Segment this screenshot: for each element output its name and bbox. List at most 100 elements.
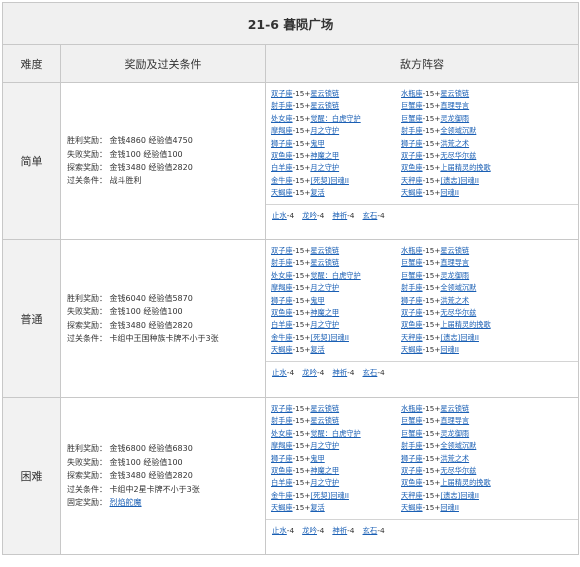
enemy-skill-link[interactable]: 星云锁链 [310,89,339,98]
enemy-name-link[interactable]: 处女座 [271,429,293,438]
enemy-name-link[interactable]: 金牛座 [271,491,293,500]
enemy-skill-link[interactable]: 神魔之甲 [310,466,339,475]
enemy-name-link[interactable]: 天秤座 [401,176,423,185]
enemy-skill-link[interactable]: 回魂II [440,188,459,197]
enemy-name-link[interactable]: 巨蟹座 [401,258,423,267]
enemy-name-link[interactable]: 狮子座 [401,454,423,463]
enemy-name-link[interactable]: 金牛座 [271,333,293,342]
enemy-skill-link[interactable]: [遗志]回魂II [440,176,479,185]
enemy-skill-link[interactable]: 灵龙御雨 [440,429,469,438]
enemy-name-link[interactable]: 狮子座 [401,139,423,148]
enemy-skill-link[interactable]: 复活 [310,503,324,512]
enemy-name-link[interactable]: 射手座 [401,126,423,135]
enemy-skill-link[interactable]: 星云锁链 [310,258,339,267]
enemy-skill-link[interactable]: 觉醒：白虎守护 [310,271,360,280]
enemy-skill-link[interactable]: 星云锁链 [440,89,469,98]
enemy-name-link[interactable]: 水瓶座 [401,89,423,98]
enemy-name-link[interactable]: 射手座 [271,416,293,425]
enemy-name-link[interactable]: 射手座 [271,101,293,110]
enemy-skill-link[interactable]: 月之守护 [310,283,339,292]
enemy-name-link[interactable]: 巨蟹座 [401,101,423,110]
enemy-skill-link[interactable]: 直理导言 [440,258,469,267]
enemy-skill-link[interactable]: 上届精灵的挽歌 [440,478,490,487]
enemy-skill-link[interactable]: 月之守护 [310,320,339,329]
enemy-name-link[interactable]: 白羊座 [271,163,293,172]
enemy-skill-link[interactable]: 灵龙御雨 [440,114,469,123]
enemy-skill-link[interactable]: 星云锁链 [310,246,339,255]
enemy-skill-link[interactable]: 直理导言 [440,416,469,425]
enemy-name-link[interactable]: 双鱼座 [401,478,423,487]
enemy-skill-link[interactable]: 鬼甲 [310,296,324,305]
enemy-name-link[interactable]: 处女座 [271,271,293,280]
enemy-skill-link[interactable]: 洪荒之术 [440,296,469,305]
item-name-link[interactable]: 玄石 [363,526,378,535]
enemy-skill-link[interactable]: 无尽华尔兹 [440,151,476,160]
item-name-link[interactable]: 玄石 [363,211,378,220]
enemy-name-link[interactable]: 巨蟹座 [401,114,423,123]
enemy-name-link[interactable]: 双鱼座 [401,320,423,329]
enemy-skill-link[interactable]: 月之守护 [310,478,339,487]
enemy-skill-link[interactable]: 全领域沉默 [440,126,476,135]
enemy-skill-link[interactable]: 回魂II [440,345,459,354]
enemy-name-link[interactable]: 双鱼座 [271,151,293,160]
enemy-skill-link[interactable]: 全领域沉默 [440,441,476,450]
enemy-name-link[interactable]: 天蝎座 [401,188,423,197]
enemy-skill-link[interactable]: 鬼甲 [310,454,324,463]
enemy-skill-link[interactable]: [死契]回魂II [310,333,349,342]
enemy-name-link[interactable]: 水瓶座 [401,404,423,413]
enemy-name-link[interactable]: 处女座 [271,114,293,123]
item-name-link[interactable]: 止水 [272,211,287,220]
item-name-link[interactable]: 神祈 [332,368,347,377]
enemy-skill-link[interactable]: 星云锁链 [440,404,469,413]
enemy-name-link[interactable]: 双鱼座 [271,466,293,475]
enemy-name-link[interactable]: 水瓶座 [401,246,423,255]
item-name-link[interactable]: 神祈 [332,211,347,220]
enemy-name-link[interactable]: 射手座 [401,441,423,450]
enemy-name-link[interactable]: 双子座 [271,89,293,98]
enemy-name-link[interactable]: 狮子座 [401,296,423,305]
enemy-name-link[interactable]: 天秤座 [401,333,423,342]
enemy-name-link[interactable]: 双子座 [401,151,423,160]
item-name-link[interactable]: 止水 [272,526,287,535]
enemy-skill-link[interactable]: [死契]回魂II [310,491,349,500]
enemy-skill-link[interactable]: 复活 [310,345,324,354]
enemy-name-link[interactable]: 狮子座 [271,139,293,148]
enemy-skill-link[interactable]: [遗志]回魂II [440,333,479,342]
enemy-skill-link[interactable]: 灵龙御雨 [440,271,469,280]
enemy-name-link[interactable]: 白羊座 [271,320,293,329]
enemy-name-link[interactable]: 摩羯座 [271,283,293,292]
enemy-name-link[interactable]: 射手座 [271,258,293,267]
enemy-name-link[interactable]: 摩羯座 [271,126,293,135]
enemy-skill-link[interactable]: 上届精灵的挽歌 [440,320,490,329]
enemy-skill-link[interactable]: 星云锁链 [310,404,339,413]
enemy-name-link[interactable]: 天蝎座 [271,345,293,354]
item-name-link[interactable]: 神祈 [332,526,347,535]
enemy-name-link[interactable]: 白羊座 [271,478,293,487]
enemy-name-link[interactable]: 巨蟹座 [401,416,423,425]
item-name-link[interactable]: 龙吟 [302,526,317,535]
enemy-skill-link[interactable]: [遗志]回魂II [440,491,479,500]
enemy-skill-link[interactable]: 无尽华尔兹 [440,308,476,317]
enemy-name-link[interactable]: 天蝎座 [271,188,293,197]
enemy-name-link[interactable]: 狮子座 [271,296,293,305]
enemy-skill-link[interactable]: 无尽华尔兹 [440,466,476,475]
enemy-name-link[interactable]: 巨蟹座 [401,429,423,438]
enemy-skill-link[interactable]: 回魂II [440,503,459,512]
enemy-name-link[interactable]: 天蝎座 [271,503,293,512]
enemy-name-link[interactable]: 双子座 [271,404,293,413]
enemy-skill-link[interactable]: 上届精灵的挽歌 [440,163,490,172]
enemy-skill-link[interactable]: 觉醒：白虎守护 [310,429,360,438]
enemy-name-link[interactable]: 双鱼座 [271,308,293,317]
enemy-skill-link[interactable]: 觉醒：白虎守护 [310,114,360,123]
enemy-skill-link[interactable]: [死契]回魂II [310,176,349,185]
item-name-link[interactable]: 止水 [272,368,287,377]
item-name-link[interactable]: 龙吟 [302,368,317,377]
enemy-name-link[interactable]: 金牛座 [271,176,293,185]
enemy-name-link[interactable]: 天蝎座 [401,345,423,354]
enemy-name-link[interactable]: 双子座 [401,308,423,317]
enemy-skill-link[interactable]: 月之守护 [310,126,339,135]
enemy-name-link[interactable]: 双鱼座 [401,163,423,172]
fixed-reward-link[interactable]: 烈焰舵魔 [110,498,142,507]
enemy-skill-link[interactable]: 全领域沉默 [440,283,476,292]
enemy-name-link[interactable]: 狮子座 [271,454,293,463]
